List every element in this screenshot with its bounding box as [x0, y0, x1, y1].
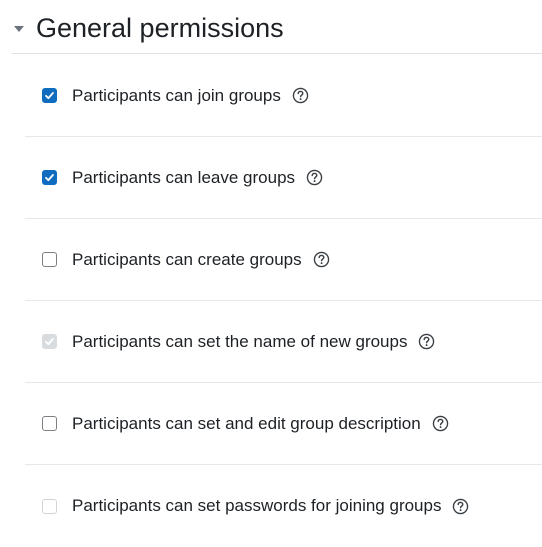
section-title: General permissions	[36, 13, 284, 43]
checkmark-icon	[45, 92, 54, 100]
permission-label: Participants can set the name of new gro…	[72, 331, 408, 351]
caret-down-icon[interactable]	[14, 26, 24, 32]
checkbox-set-group-name	[42, 334, 57, 349]
checkbox-leave-groups[interactable]	[42, 170, 57, 185]
permission-label: Participants can create groups	[72, 249, 302, 269]
permission-row-join: Participants can join groups	[25, 55, 542, 137]
checkbox-join-groups[interactable]	[42, 88, 57, 103]
checkmark-icon	[45, 338, 54, 346]
checkbox-create-groups[interactable]	[42, 252, 57, 267]
permission-row-create: Participants can create groups	[25, 219, 542, 301]
checkbox-edit-description[interactable]	[42, 416, 57, 431]
help-icon[interactable]	[418, 333, 435, 350]
permission-row-name: Participants can set the name of new gro…	[25, 301, 542, 383]
help-icon[interactable]	[432, 415, 449, 432]
permission-row-description: Participants can set and edit group desc…	[25, 383, 542, 465]
help-icon[interactable]	[306, 169, 323, 186]
permission-label: Participants can set passwords for joini…	[72, 496, 442, 515]
checkmark-icon	[45, 174, 54, 182]
permission-label: Participants can set and edit group desc…	[72, 413, 421, 433]
permission-row-passwords: Participants can set passwords for joini…	[25, 465, 542, 547]
help-icon[interactable]	[313, 251, 330, 268]
help-icon[interactable]	[292, 87, 309, 104]
permission-label: Participants can join groups	[72, 85, 281, 105]
checkbox-set-passwords	[42, 498, 57, 514]
section-header[interactable]: General permissions	[12, 8, 542, 54]
permissions-list: Participants can join groups Participant…	[25, 55, 542, 547]
permission-row-leave: Participants can leave groups	[25, 137, 542, 219]
permission-label: Participants can leave groups	[72, 167, 296, 187]
help-icon[interactable]	[452, 498, 469, 515]
